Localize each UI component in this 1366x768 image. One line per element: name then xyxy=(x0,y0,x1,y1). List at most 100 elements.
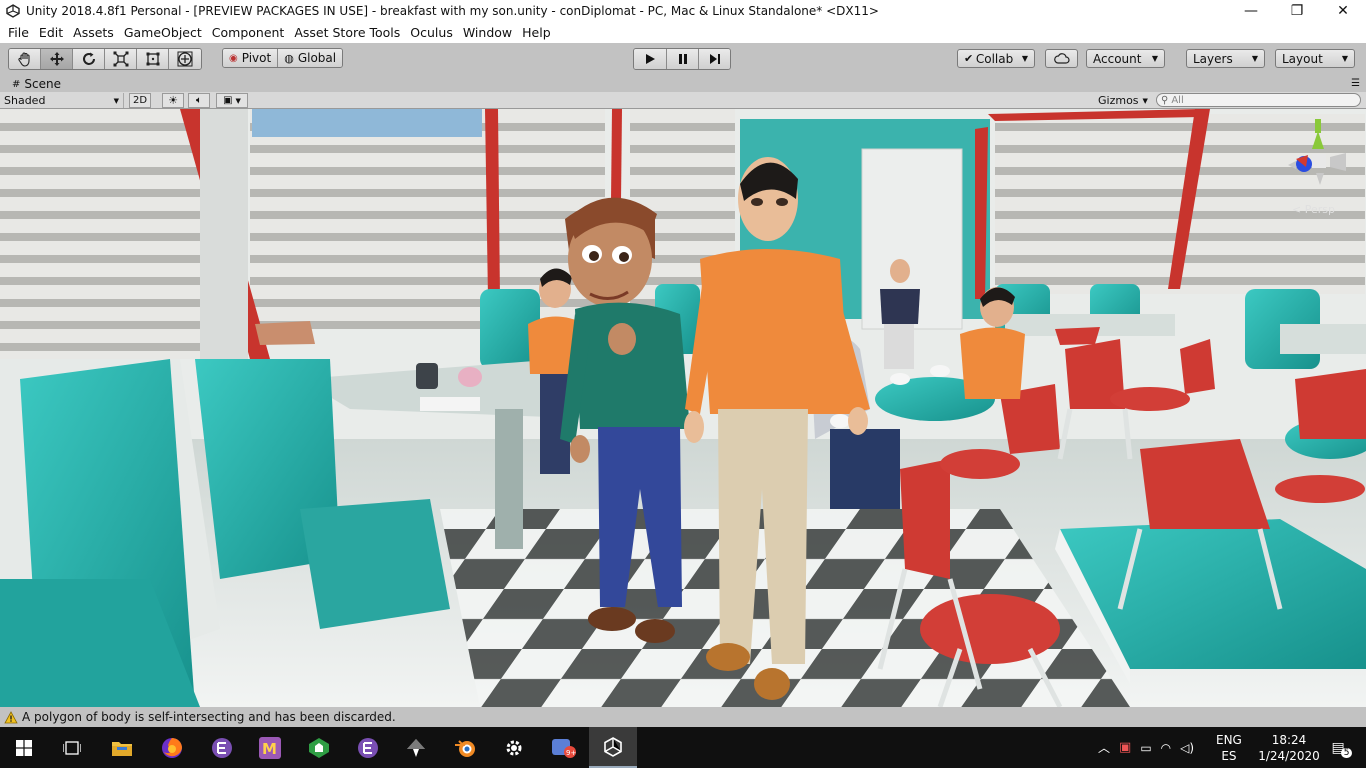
status-bar[interactable]: A polygon of body is self-intersecting a… xyxy=(0,707,1366,727)
security-icon[interactable]: ▣ xyxy=(1119,740,1131,755)
layout-dropdown[interactable]: Layout ▼ xyxy=(1275,49,1355,68)
menu-oculus[interactable]: Oculus xyxy=(405,25,458,40)
emacs-icon-2[interactable] xyxy=(344,727,392,768)
scene-tab-bar: # Scene ☰ xyxy=(0,76,1366,92)
move-tool-icon[interactable] xyxy=(41,49,73,69)
rotate-tool-icon[interactable] xyxy=(73,49,105,69)
firefox-icon[interactable] xyxy=(148,727,196,768)
main-toolbar: ◉ Pivot ◍ Global ✔ Collab ▼ Account ▼ La… xyxy=(0,43,1366,76)
notification-center[interactable]: ▤ 5 xyxy=(1322,727,1362,768)
volume-icon[interactable]: ◁) xyxy=(1180,741,1194,755)
menu-window[interactable]: Window xyxy=(458,25,517,40)
effects-dropdown[interactable]: ▣ ▼ xyxy=(216,93,248,108)
chevron-down-icon: ▼ xyxy=(235,96,241,105)
collab-dropdown[interactable]: ✔ Collab ▼ xyxy=(957,49,1035,68)
shading-mode-dropdown[interactable]: Shaded ▼ xyxy=(4,93,124,108)
chevron-up-icon[interactable]: ︿ xyxy=(1098,739,1110,756)
battery-icon[interactable]: ▭ xyxy=(1140,741,1151,755)
emacs-icon[interactable] xyxy=(198,727,246,768)
lighting-toggle[interactable]: ☀ xyxy=(162,93,184,108)
rect-tool-icon[interactable] xyxy=(137,49,169,69)
pivot-icon: ◉ xyxy=(229,52,238,64)
language-indicator[interactable]: ENG ES xyxy=(1216,727,1242,768)
floating-hand xyxy=(255,321,315,345)
pivot-global-toggle: ◉ Pivot ◍ Global xyxy=(222,48,344,68)
language-top: ENG xyxy=(1216,732,1242,747)
inkscape-icon[interactable] xyxy=(392,727,440,768)
gizmos-label: Gizmos xyxy=(1098,94,1139,107)
app-badge-icon[interactable]: 9+ xyxy=(540,727,588,768)
pillar xyxy=(200,109,248,359)
transform-tools xyxy=(8,48,202,70)
clock-date: 1/24/2020 xyxy=(1258,748,1320,763)
pause-icon xyxy=(678,54,687,64)
scene-tab[interactable]: # Scene xyxy=(6,76,67,92)
menu-edit[interactable]: Edit xyxy=(34,25,68,40)
toggle-2d-button[interactable]: 2D xyxy=(129,93,151,108)
global-button[interactable]: ◍ Global xyxy=(277,49,343,67)
plate xyxy=(458,367,482,387)
speaker-icon: 🔈︎ xyxy=(196,95,202,106)
cup xyxy=(416,363,438,389)
system-tray: ︿ ▣ ▭ ◠ ◁) xyxy=(1098,727,1194,768)
image-icon: ▣ xyxy=(223,95,233,106)
gizmos-dropdown[interactable]: Gizmos ▼ xyxy=(1098,93,1148,108)
globe-icon: ◍ xyxy=(284,51,294,65)
step-icon xyxy=(709,54,720,64)
cloud-button[interactable] xyxy=(1045,49,1078,68)
persp-label[interactable]: < Persp xyxy=(1292,203,1335,216)
language-bottom: ES xyxy=(1221,748,1237,763)
windows-start-icon[interactable] xyxy=(0,727,48,768)
audio-toggle[interactable]: 🔈︎ xyxy=(188,93,210,108)
global-label: Global xyxy=(297,51,337,65)
task-view-icon[interactable] xyxy=(48,727,96,768)
step-button[interactable] xyxy=(698,49,730,69)
scene-search-input[interactable]: ⚲ All xyxy=(1156,93,1361,107)
scene-render: < Persp xyxy=(0,109,1366,707)
file-explorer-icon[interactable] xyxy=(98,727,146,768)
chevron-down-icon: ▼ xyxy=(1251,54,1258,63)
close-button[interactable]: ✕ xyxy=(1320,0,1366,22)
transform-tool-icon[interactable] xyxy=(169,49,201,69)
play-button[interactable] xyxy=(634,49,666,69)
unity-logo-icon xyxy=(4,2,22,20)
blender-icon[interactable] xyxy=(441,727,489,768)
unity-icon[interactable] xyxy=(589,727,637,768)
settings-icon[interactable] xyxy=(490,727,538,768)
clock[interactable]: 18:24 1/24/2020 xyxy=(1256,727,1322,768)
pivot-label: Pivot xyxy=(241,51,272,65)
window-titlebar: Unity 2018.4.8f1 Personal - [PREVIEW PAC… xyxy=(0,0,1366,22)
right-back-table xyxy=(1280,324,1366,354)
maximize-button[interactable]: ❐ xyxy=(1274,0,1320,22)
hand-tool-icon[interactable] xyxy=(9,49,41,69)
pause-button[interactable] xyxy=(666,49,698,69)
scene-viewport[interactable]: < Persp xyxy=(0,109,1366,707)
menu-asset-store-tools[interactable]: Asset Store Tools xyxy=(289,25,405,40)
clock-time: 18:24 xyxy=(1271,732,1307,747)
app-green-icon[interactable] xyxy=(295,727,343,768)
sun-icon: ☀ xyxy=(168,94,178,107)
shading-mode-label: Shaded xyxy=(4,94,46,107)
pivot-button[interactable]: ◉ Pivot xyxy=(223,49,278,67)
wifi-icon[interactable]: ◠ xyxy=(1161,741,1171,755)
app-m-icon[interactable]: M xyxy=(246,727,294,768)
warning-icon xyxy=(4,710,18,723)
layers-dropdown[interactable]: Layers ▼ xyxy=(1186,49,1265,68)
notification-count: 5 xyxy=(1340,747,1353,758)
chevron-down-icon: ▼ xyxy=(1151,54,1158,63)
scale-tool-icon[interactable] xyxy=(105,49,137,69)
menu-file[interactable]: File xyxy=(3,25,34,40)
play-icon xyxy=(646,54,655,64)
booth-seat-cushion xyxy=(300,499,450,629)
minimize-button[interactable]: — xyxy=(1228,0,1274,22)
menu-gameobject[interactable]: GameObject xyxy=(119,25,207,40)
layers-label: Layers xyxy=(1193,51,1233,66)
tab-menu-icon[interactable]: ☰ xyxy=(1351,78,1360,89)
menu-component[interactable]: Component xyxy=(207,25,290,40)
menu-help[interactable]: Help xyxy=(517,25,556,40)
account-dropdown[interactable]: Account ▼ xyxy=(1086,49,1165,68)
napkin xyxy=(420,397,480,411)
menu-assets[interactable]: Assets xyxy=(68,25,119,40)
collab-check-icon: ✔ xyxy=(964,52,974,65)
account-label: Account xyxy=(1093,51,1142,66)
